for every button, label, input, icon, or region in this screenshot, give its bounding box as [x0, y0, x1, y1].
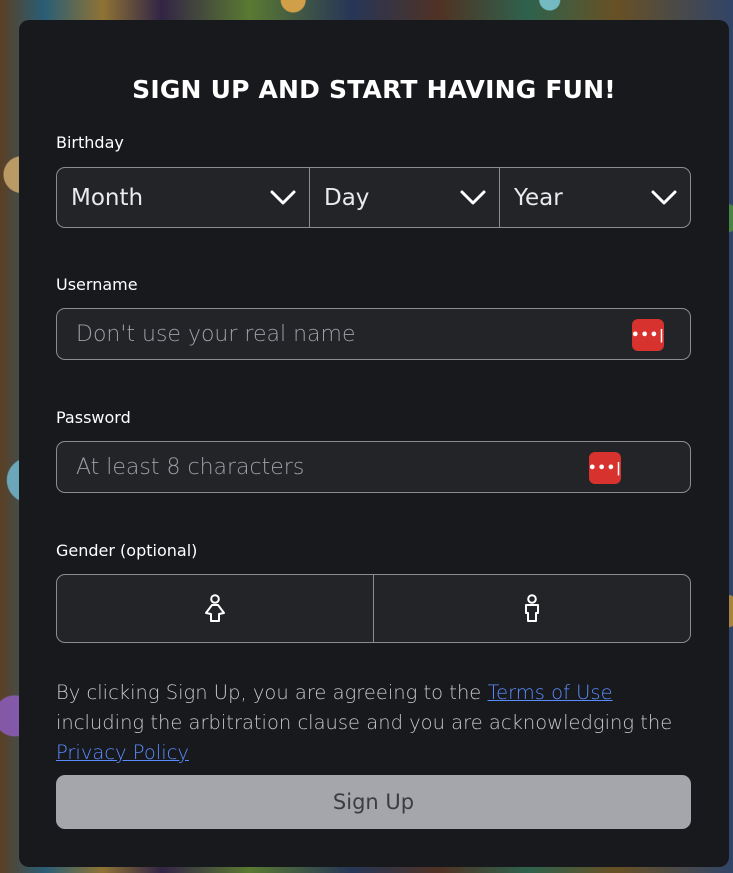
month-select[interactable]: Month	[57, 168, 309, 227]
signup-panel: SIGN UP AND START HAVING FUN! Birthday M…	[19, 20, 729, 867]
password-field: •••|	[56, 441, 691, 493]
chevron-down-icon	[270, 190, 296, 204]
legal-text-2: including the arbitration clause and you…	[56, 711, 673, 734]
username-input[interactable]	[57, 309, 690, 359]
form-title: SIGN UP AND START HAVING FUN!	[132, 75, 616, 104]
terms-of-use-link[interactable]: Terms of Use	[488, 681, 613, 704]
sign-up-button[interactable]: Sign Up	[56, 775, 691, 829]
password-manager-glyph: •••|	[631, 327, 665, 343]
gender-female-button[interactable]	[57, 575, 373, 642]
month-select-value: Month	[71, 184, 144, 211]
birthday-label: Birthday	[56, 133, 124, 152]
day-select[interactable]: Day	[309, 168, 499, 227]
year-select-value: Year	[514, 184, 563, 211]
gender-selector	[56, 574, 691, 643]
male-icon	[525, 593, 539, 622]
password-manager-icon[interactable]: •••|	[631, 319, 665, 351]
privacy-policy-link[interactable]: Privacy Policy	[56, 741, 189, 764]
gender-label: Gender (optional)	[56, 541, 198, 560]
password-manager-glyph: •••|	[588, 460, 622, 476]
chevron-down-icon	[651, 190, 677, 204]
password-manager-icon[interactable]: •••|	[588, 452, 622, 484]
username-label: Username	[56, 275, 138, 294]
legal-text-1: By clicking Sign Up, you are agreeing to…	[56, 681, 488, 704]
gender-male-button[interactable]	[373, 575, 690, 642]
username-field: •••|	[56, 308, 691, 360]
chevron-down-icon	[460, 190, 486, 204]
day-select-value: Day	[324, 184, 370, 211]
birthday-selector: Month Day Year	[56, 167, 691, 228]
year-select[interactable]: Year	[499, 168, 690, 227]
female-icon	[205, 593, 225, 622]
legal-notice: By clicking Sign Up, you are agreeing to…	[56, 678, 696, 768]
password-label: Password	[56, 408, 131, 427]
